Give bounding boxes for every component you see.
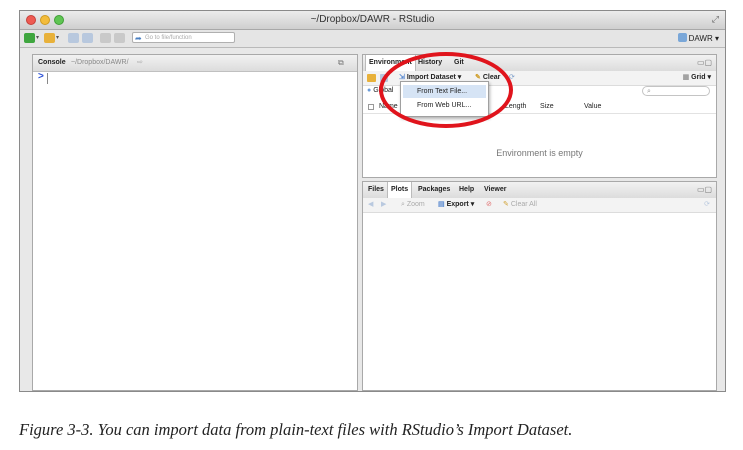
grid-icon: ▦	[682, 74, 690, 81]
highlight-ring	[379, 52, 513, 128]
open-dropdown-icon[interactable]: ▾	[56, 32, 59, 44]
console-label: Console	[38, 59, 66, 66]
project-menu[interactable]: DAWR ▾	[677, 33, 719, 44]
maximize-pane-icon[interactable]: ⧉	[338, 59, 352, 67]
layout-icon[interactable]	[114, 33, 125, 43]
global-env-icon: ●	[367, 87, 372, 94]
console-header: Console ~/Dropbox/DAWR/ ⇨ ⧉	[33, 55, 357, 72]
goto-arrow-icon: ➦	[135, 34, 142, 43]
export-label: Export	[446, 201, 469, 208]
new-file-icon[interactable]	[24, 33, 35, 43]
forward-arrow-icon[interactable]: ▶	[381, 198, 386, 212]
figure-caption: Figure 3-3. You can import data from pla…	[19, 420, 573, 439]
rstudio-window: ~/Dropbox/DAWR - RStudio ⤢ ▾ ▾ ➦ Go to f…	[19, 10, 726, 392]
plots-tabs: Files Plots Packages Help Viewer ▭▢	[363, 182, 716, 199]
export-button[interactable]: ▤ Export ▾	[438, 198, 474, 212]
console-input[interactable]	[47, 73, 48, 84]
refresh-icon[interactable]: ⟳	[704, 198, 710, 212]
console-path: ~/Dropbox/DAWR/	[71, 59, 129, 66]
minimize-maximize-icon[interactable]: ▭▢	[697, 186, 712, 194]
project-icon	[677, 33, 687, 42]
plots-toolbar: ◀ ▶ ⌕ Zoom ▤ Export ▾ ⊘ ✎ Clear All ⟳	[363, 198, 716, 213]
fullscreen-icon[interactable]: ⤢	[712, 14, 719, 25]
project-label: DAWR	[688, 34, 713, 43]
console-prompt: >	[38, 71, 44, 82]
view-mode-dropdown[interactable]: ▦ Grid ▾	[683, 71, 711, 85]
tab-files[interactable]: Files	[365, 182, 387, 198]
title-bar: ~/Dropbox/DAWR - RStudio ⤢	[20, 11, 725, 30]
tab-viewer[interactable]: Viewer	[481, 182, 509, 198]
goto-placeholder: Go to file/function	[145, 35, 192, 41]
environment-search-input[interactable]: ⌕	[642, 86, 710, 96]
new-file-dropdown-icon[interactable]: ▾	[36, 32, 39, 44]
select-all-checkbox[interactable]	[368, 104, 374, 110]
column-size[interactable]: Size	[540, 101, 554, 113]
minimize-maximize-icon[interactable]: ▭▢	[697, 59, 712, 67]
console-path-arrow-icon[interactable]: ⇨	[137, 55, 143, 71]
back-arrow-icon[interactable]: ◀	[368, 198, 373, 212]
load-workspace-icon[interactable]	[367, 74, 376, 82]
zoom-button[interactable]: ⌕ Zoom	[401, 198, 425, 212]
clear-all-label: Clear All	[510, 201, 537, 208]
prompt-symbol: >	[38, 71, 44, 82]
environment-empty-message: Environment is empty	[496, 148, 583, 158]
print-icon[interactable]	[100, 33, 111, 43]
grid-label: Grid	[691, 74, 706, 81]
remove-plot-icon[interactable]: ⊘	[486, 198, 492, 212]
search-icon: ⌕	[647, 88, 651, 95]
broom-icon: ✎	[503, 201, 509, 208]
column-value[interactable]: Value	[584, 101, 601, 113]
tab-packages[interactable]: Packages	[415, 182, 453, 198]
export-icon: ▤	[438, 201, 445, 208]
tab-plots[interactable]: Plots	[387, 182, 413, 198]
save-icon[interactable]	[68, 33, 79, 43]
window-title: ~/Dropbox/DAWR - RStudio	[310, 14, 435, 25]
save-all-icon[interactable]	[82, 33, 93, 43]
clear-all-button[interactable]: ✎ Clear All	[503, 198, 537, 212]
zoom-label: Zoom	[406, 201, 425, 208]
tab-help[interactable]: Help	[456, 182, 477, 198]
plots-pane: Files Plots Packages Help Viewer ▭▢ ◀ ▶ …	[362, 181, 717, 391]
goto-file-input[interactable]: ➦ Go to file/function	[132, 32, 235, 43]
zoom-icon: ⌕	[401, 201, 405, 208]
main-toolbar: ▾ ▾ ➦ Go to file/function DAWR ▾	[20, 30, 725, 48]
open-project-icon[interactable]	[44, 33, 55, 43]
console-pane: Console ~/Dropbox/DAWR/ ⇨ ⧉ >	[32, 54, 358, 391]
